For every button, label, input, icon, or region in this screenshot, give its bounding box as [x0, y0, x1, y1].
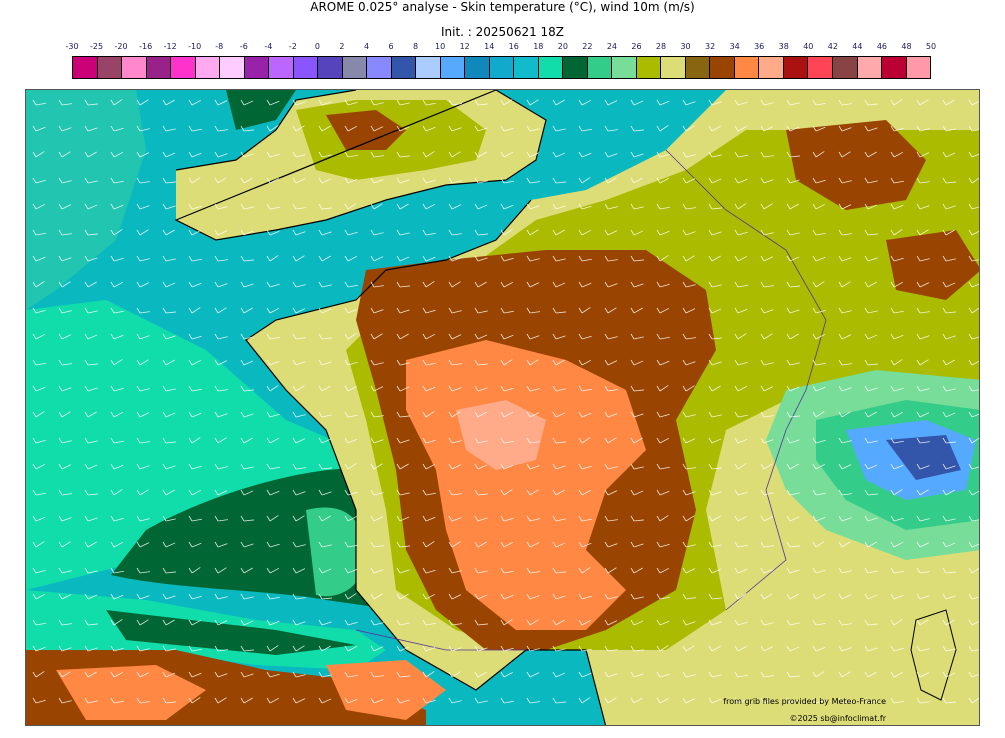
colorbar-tick-label: 34: [729, 42, 740, 51]
colorbar-swatch: [636, 57, 662, 78]
colorbar-swatch: [244, 57, 270, 78]
colorbar-swatch: [440, 57, 466, 78]
colorbar-swatch: [759, 57, 784, 78]
colorbar-swatch: [734, 57, 760, 78]
colorbar-swatch: [318, 57, 343, 78]
colorbar-swatch: [342, 57, 368, 78]
colorbar-tick-label: 24: [606, 42, 618, 51]
colorbar-tick-label: -8: [215, 42, 224, 51]
colorbar-swatch: [416, 57, 441, 78]
colorbar-tick-label: 14: [484, 42, 495, 51]
colorbar-tick-label: -20: [114, 42, 128, 51]
colorbar-swatch: [367, 57, 392, 78]
colorbar-swatch: [882, 57, 907, 78]
colorbar-swatch: [563, 57, 588, 78]
colorbar-tick-label: 32: [705, 42, 716, 51]
colorbar-swatch: [808, 57, 833, 78]
colorbar-tick-label: 50: [925, 42, 937, 51]
colorbar-swatch: [146, 57, 172, 78]
colorbar-swatch: [612, 57, 637, 78]
colorbar-tick-label: -10: [188, 42, 202, 51]
colorbar-tick-label: 40: [803, 42, 814, 51]
colorbar-tick-label: 0: [314, 42, 320, 51]
colorbar-tick-label: 46: [876, 42, 887, 51]
init-time: Init. : 20250621 18Z: [440, 25, 565, 39]
colorbar-tick-label: 42: [827, 42, 838, 51]
colorbar-swatch: [220, 57, 245, 78]
colorbar-swatch: [538, 57, 564, 78]
colorbar-swatch: [783, 57, 809, 78]
colorbar-tick-label: -16: [139, 42, 153, 51]
colorbar-tick-label: 8: [413, 42, 419, 51]
colorbar-tick-label: 12: [459, 42, 470, 51]
source-credit: from grib files provided by Meteo-France: [723, 697, 886, 706]
colorbar-tick-label: 18: [533, 42, 544, 51]
colorbar-swatch: [489, 57, 515, 78]
colorbar-swatch: [171, 57, 196, 78]
temperature-map[interactable]: [25, 89, 980, 726]
colorbar-swatch: [97, 57, 123, 78]
colorbar-swatch: [391, 57, 417, 78]
colorbar-swatch: [661, 57, 686, 78]
colorbar-swatch: [906, 57, 931, 78]
colorbar-swatch: [293, 57, 319, 78]
colorbar-tick-labels: -30 -25 -20 -16 -12 -10 -8 -6 -4 -2 0 2 4 6 8 10 12 14 16 1…: [60, 42, 944, 54]
colorbar-swatch: [514, 57, 539, 78]
colorbar-swatch: [122, 57, 147, 78]
colorbar-tick-label: 44: [852, 42, 863, 51]
colorbar-tick-label: 36: [754, 42, 765, 51]
colorbar-tick-label: 20: [557, 42, 568, 51]
colorbar-tick-label: 16: [508, 42, 519, 51]
colorbar-tick-label: -12: [163, 42, 177, 51]
colorbar-tick-label: 38: [778, 42, 789, 51]
colorbar-swatch: [587, 57, 613, 78]
colorbar-swatch: [195, 57, 221, 78]
colorbar-tick-label: -25: [89, 42, 104, 51]
colorbar-tick-label: -6: [239, 42, 248, 51]
map-title: AROME 0.025° analyse - Skin temperature …: [310, 0, 695, 14]
colorbar-tick-label: -2: [288, 42, 297, 51]
colorbar-swatch: [832, 57, 858, 78]
author-credit: ©2025 sb@infoclimat.fr: [789, 714, 886, 723]
colorbar-swatch: [857, 57, 883, 78]
colorbar-tick-label: 2: [339, 42, 345, 51]
colorbar-tick-label: 26: [631, 42, 642, 51]
colorbar-tick-label: 22: [582, 42, 593, 51]
colorbar-swatch: [269, 57, 294, 78]
colorbar-tick-label: 48: [901, 42, 912, 51]
colorbar: [72, 56, 931, 79]
colorbar-swatch: [685, 57, 711, 78]
colorbar-swatch: [73, 57, 98, 78]
colorbar-tick-label: 6: [388, 42, 394, 51]
colorbar-tick-label: 4: [363, 42, 370, 51]
colorbar-swatch: [465, 57, 490, 78]
colorbar-swatch: [710, 57, 735, 78]
colorbar-tick-label: 30: [680, 42, 691, 51]
map-canvas: [26, 90, 979, 725]
colorbar-tick-label: -4: [264, 42, 273, 51]
colorbar-tick-label: -30: [65, 42, 79, 51]
colorbar-tick-label: 28: [655, 42, 667, 51]
colorbar-tick-label: 10: [435, 42, 446, 51]
